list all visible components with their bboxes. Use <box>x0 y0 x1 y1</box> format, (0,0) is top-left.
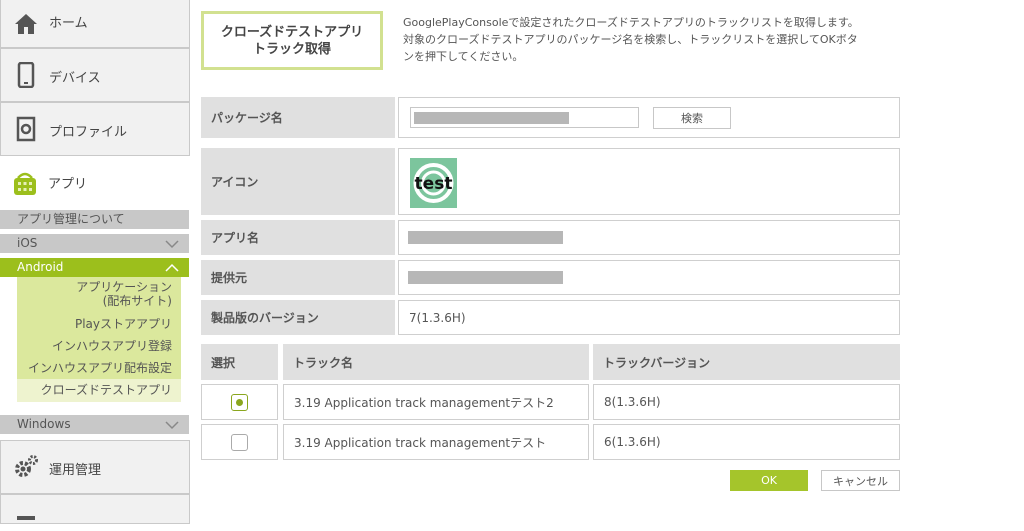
menu-item-application[interactable]: アプリケーション (配布サイト) <box>17 277 181 313</box>
home-icon <box>13 11 39 37</box>
nav-profile[interactable]: プロファイル <box>0 102 190 156</box>
menu-item-inhouse-register[interactable]: インハウスアプリ登録 <box>17 335 181 357</box>
nav-operations[interactable]: 運用管理 <box>0 440 190 494</box>
apps-icon <box>12 171 38 197</box>
redacted-value <box>408 271 563 284</box>
page-description: GooglePlayConsoleで設定されたクローズドテストアプリのトラックリ… <box>403 14 883 65</box>
menu-icon <box>13 505 39 531</box>
track-radio[interactable] <box>231 433 248 451</box>
sidebar: ホーム デバイス プロファイル アプリ アプリ管理について iOS Androi… <box>0 0 190 524</box>
package-name-input[interactable] <box>410 107 639 128</box>
description-line: 対象のクローズドテストアプリのパッケージ名を検索し、トラックリストを選択してOK… <box>403 33 858 46</box>
app-icon-text: test <box>415 174 453 194</box>
table-header-select: 選択 <box>201 344 278 380</box>
page-title-line2: トラック取得 <box>252 41 331 57</box>
description-line: ンを押下してください。 <box>403 50 524 63</box>
sidebar-item-android[interactable]: Android <box>0 258 189 277</box>
sidebar-item-label: アプリ管理について <box>17 212 125 226</box>
table-cell-track-name: 3.19 Application track managementテスト2 <box>283 384 589 420</box>
menu-item-closed-test-app[interactable]: クローズドテストアプリ <box>17 379 181 402</box>
nav-apps[interactable]: アプリ <box>0 156 190 208</box>
icon-cell: test <box>398 148 900 215</box>
nav-device-label: デバイス <box>49 71 101 86</box>
sidebar-item-label: Android <box>17 260 64 274</box>
vendor-cell <box>398 260 900 295</box>
chevron-down-icon <box>165 418 179 430</box>
table-cell-track-name: 3.19 Application track managementテスト <box>283 424 589 460</box>
nav-apps-label: アプリ <box>48 177 88 192</box>
table-cell-track-version: 8(1.3.6H) <box>593 384 900 420</box>
production-version-label: 製品版のバージョン <box>201 300 395 335</box>
smartphone-icon <box>13 62 39 88</box>
chevron-down-icon <box>165 237 179 249</box>
sidebar-item-label: Windows <box>17 417 71 431</box>
description-line: GooglePlayConsoleで設定されたクローズドテストアプリのトラックリ… <box>403 16 859 29</box>
sidebar-item-windows[interactable]: Windows <box>0 415 189 434</box>
table-cell-select <box>201 384 278 420</box>
sidebar-item-label: iOS <box>17 236 38 250</box>
menu-item-label: クローズドテストアプリ <box>40 383 172 397</box>
menu-item-inhouse-distribution[interactable]: インハウスアプリ配布設定 <box>17 357 181 379</box>
icon-label: アイコン <box>201 148 395 215</box>
nav-home[interactable]: ホーム <box>0 0 190 48</box>
production-version-value: 7(1.3.6H) <box>398 300 900 335</box>
menu-item-label: インハウスアプリ登録 <box>51 339 172 353</box>
menu-item-playstore-app[interactable]: Playストアアプリ <box>17 313 181 335</box>
nav-device[interactable]: デバイス <box>0 48 190 102</box>
android-submenu: アプリケーション (配布サイト) Playストアアプリ インハウスアプリ登録 イ… <box>17 277 181 402</box>
package-name-label: パッケージ名 <box>201 97 395 138</box>
app-name-label: アプリ名 <box>201 220 395 255</box>
gears-icon <box>13 454 39 480</box>
table-cell-select <box>201 424 278 460</box>
cancel-button[interactable]: キャンセル <box>821 470 900 491</box>
redacted-value <box>414 112 569 124</box>
page-title: クローズドテストアプリ トラック取得 <box>201 11 383 70</box>
package-name-cell: 検索 <box>398 97 900 138</box>
sidebar-item-about-apps[interactable]: アプリ管理について <box>0 210 189 229</box>
nav-profile-label: プロファイル <box>49 125 128 140</box>
menu-item-label: アプリケーション <box>76 280 172 294</box>
menu-item-label: Playストアアプリ <box>74 317 172 331</box>
redacted-value <box>408 231 563 244</box>
track-radio[interactable] <box>231 393 248 411</box>
nav-home-label: ホーム <box>49 16 88 31</box>
menu-item-sublabel: (配布サイト) <box>102 294 172 308</box>
vendor-label: 提供元 <box>201 260 395 295</box>
nav-operations-label: 運用管理 <box>49 463 102 478</box>
menu-item-label: インハウスアプリ配布設定 <box>27 361 172 375</box>
table-cell-track-version: 6(1.3.6H) <box>593 424 900 460</box>
profile-gear-icon <box>13 116 39 142</box>
chevron-up-icon <box>165 261 179 273</box>
app-name-cell <box>398 220 900 255</box>
table-header-track-version: トラックバージョン <box>593 344 900 380</box>
ok-button[interactable]: OK <box>730 470 808 491</box>
nav-next[interactable] <box>0 494 190 524</box>
sidebar-item-ios[interactable]: iOS <box>0 234 189 253</box>
app-icon: test <box>410 158 457 208</box>
search-button[interactable]: 検索 <box>653 107 731 129</box>
table-header-track-name: トラック名 <box>283 344 589 380</box>
page-title-line1: クローズドテストアプリ <box>220 24 364 40</box>
